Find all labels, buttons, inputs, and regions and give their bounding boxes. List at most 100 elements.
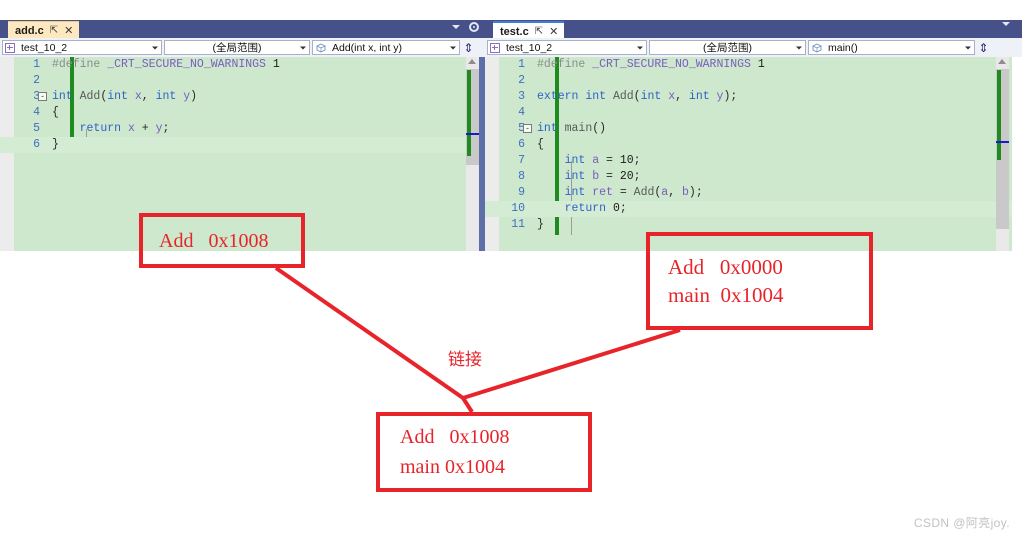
code-line: 3- int Add(int x, int y) (0, 89, 485, 105)
code-line: 1 #define _CRT_SECURE_NO_WARNINGS 1 (0, 57, 485, 73)
line-number: 7 (518, 154, 525, 167)
tabstrip-controls-right (1002, 22, 1010, 26)
chevron-down-icon (965, 46, 971, 49)
line-number: 2 (33, 74, 40, 87)
line-number: 6 (33, 138, 40, 151)
code-line: 2 (0, 73, 485, 89)
code-line: 7 int a = 10; (485, 153, 1022, 169)
project-dropdown-right[interactable]: test_10_2 (487, 40, 647, 55)
code-lines-right: 1 #define _CRT_SECURE_NO_WARNINGS 1 2 3 exte… (485, 57, 1022, 233)
navbar-left: test_10_2 (全局范围) Add(int x, int y) ⇕ (0, 38, 485, 57)
code-text: int a = 10; (564, 154, 641, 167)
tabstrip-controls-left (452, 22, 479, 32)
chevron-down-icon (152, 46, 158, 49)
line-number: 6 (518, 138, 525, 151)
method-cube-icon (316, 42, 326, 53)
vertical-scrollbar-left[interactable] (466, 57, 479, 251)
line-number: 2 (518, 74, 525, 87)
annotation-box-test-object: Add 0x0000 main 0x1004 (646, 232, 873, 330)
line-number: 11 (511, 218, 525, 231)
close-icon[interactable]: ✕ (64, 24, 73, 37)
fold-toggle-icon[interactable]: - (38, 92, 47, 101)
scroll-up-arrow-icon[interactable] (468, 59, 476, 64)
project-dropdown-label: test_10_2 (506, 41, 553, 54)
annotation-box-add-object: Add 0x1008 (139, 213, 305, 268)
vertical-scrollbar-right[interactable] (996, 57, 1009, 251)
member-dropdown-label: Add(int x, int y) (332, 41, 403, 54)
method-cube-icon (812, 42, 822, 53)
line-number: 3 (33, 90, 40, 103)
tab-label: add.c (15, 24, 44, 37)
link-line-left (274, 266, 465, 400)
code-line: 6} (0, 137, 485, 153)
line-number: 5 (33, 122, 40, 135)
code-text: #define _CRT_SECURE_NO_WARNINGS 1 (52, 58, 280, 71)
code-area-right[interactable]: 1 #define _CRT_SECURE_NO_WARNINGS 1 2 3 exte… (485, 57, 1022, 251)
code-line: 4 (485, 105, 1022, 121)
tab-add-c[interactable]: add.c ⇱ ✕ (8, 21, 80, 39)
code-text: return 0; (564, 202, 627, 215)
scope-dropdown-right[interactable]: (全局范围) (649, 40, 806, 55)
code-text: return x + y; (79, 122, 170, 135)
pin-icon[interactable]: ⇱ (50, 25, 58, 36)
code-text: extern int Add(int x, int y); (537, 90, 738, 103)
code-line: 5 return x + y; (0, 121, 485, 137)
code-line: 10 return 0; (485, 201, 1022, 217)
split-view-icon[interactable]: ⇕ (977, 42, 990, 54)
link-step-label: 链接 (448, 350, 482, 369)
annotation-line: main 0x1004 (668, 283, 784, 307)
tab-label: test.c (500, 25, 529, 38)
code-line: 4{ (0, 105, 485, 121)
project-icon (5, 42, 15, 53)
member-dropdown-label: main() (828, 41, 858, 54)
code-text: int b = 20; (564, 170, 641, 183)
line-number: 10 (511, 202, 525, 215)
code-text: #define _CRT_SECURE_NO_WARNINGS 1 (537, 58, 765, 71)
line-number: 8 (518, 170, 525, 183)
chevron-down-icon[interactable] (452, 25, 460, 29)
code-lines-left: 1 #define _CRT_SECURE_NO_WARNINGS 1 2 3- int… (0, 57, 485, 153)
chevron-down-icon[interactable] (1002, 22, 1010, 26)
code-line: 9 int ret = Add(a, b); (485, 185, 1022, 201)
split-view-icon[interactable]: ⇕ (462, 42, 475, 54)
code-text: int ret = Add(a, b); (564, 186, 703, 199)
pin-icon[interactable]: ⇱ (535, 26, 543, 37)
code-text: } (52, 138, 59, 151)
close-icon[interactable]: ✕ (549, 25, 558, 38)
code-text: { (537, 138, 544, 151)
fold-toggle-icon[interactable]: - (523, 124, 532, 133)
navbar-right: test_10_2 (全局范围) main() ⇕ (485, 38, 1022, 57)
member-dropdown-right[interactable]: main() (808, 40, 975, 55)
watermark: CSDN @阿亮joy. (913, 516, 1010, 530)
line-number: 1 (33, 58, 40, 71)
project-icon (490, 42, 500, 53)
scope-dropdown-label: (全局范围) (212, 42, 262, 54)
code-line: 1 #define _CRT_SECURE_NO_WARNINGS 1 (485, 57, 1022, 73)
scope-dropdown-left[interactable]: (全局范围) (164, 40, 310, 55)
scrollbar-caret-marker (996, 141, 1009, 143)
window-right-edge-right (1012, 57, 1022, 251)
annotation-line: Add 0x1008 (159, 229, 269, 252)
link-line-right (462, 328, 681, 400)
link-line-down (461, 396, 474, 414)
line-number: 4 (518, 106, 525, 119)
scrollbar-change-marker (467, 70, 471, 156)
code-text: { (52, 106, 59, 119)
line-number: 4 (33, 106, 40, 119)
chevron-down-icon (300, 46, 306, 49)
code-line: 6{ (485, 137, 1022, 153)
code-text: int Add(int x, int y) (52, 90, 198, 103)
annotation-line: main 0x1004 (400, 456, 505, 478)
member-dropdown-left[interactable]: Add(int x, int y) (312, 40, 460, 55)
scrollbar-change-marker (997, 70, 1001, 160)
scroll-up-arrow-icon[interactable] (998, 59, 1006, 64)
project-dropdown-left[interactable]: test_10_2 (2, 40, 162, 55)
scope-dropdown-label: (全局范围) (703, 42, 752, 54)
screenshot-root: add.c ⇱ ✕ test_10_2 (全局范围) Add(int x, in… (0, 0, 1022, 539)
gear-icon[interactable] (469, 22, 479, 32)
code-line: 2 (485, 73, 1022, 89)
chevron-down-icon (637, 46, 643, 49)
annotation-box-linked-output: Add 0x1008 main 0x1004 (376, 412, 592, 492)
line-number: 5 (518, 122, 525, 135)
chevron-down-icon (796, 46, 802, 49)
